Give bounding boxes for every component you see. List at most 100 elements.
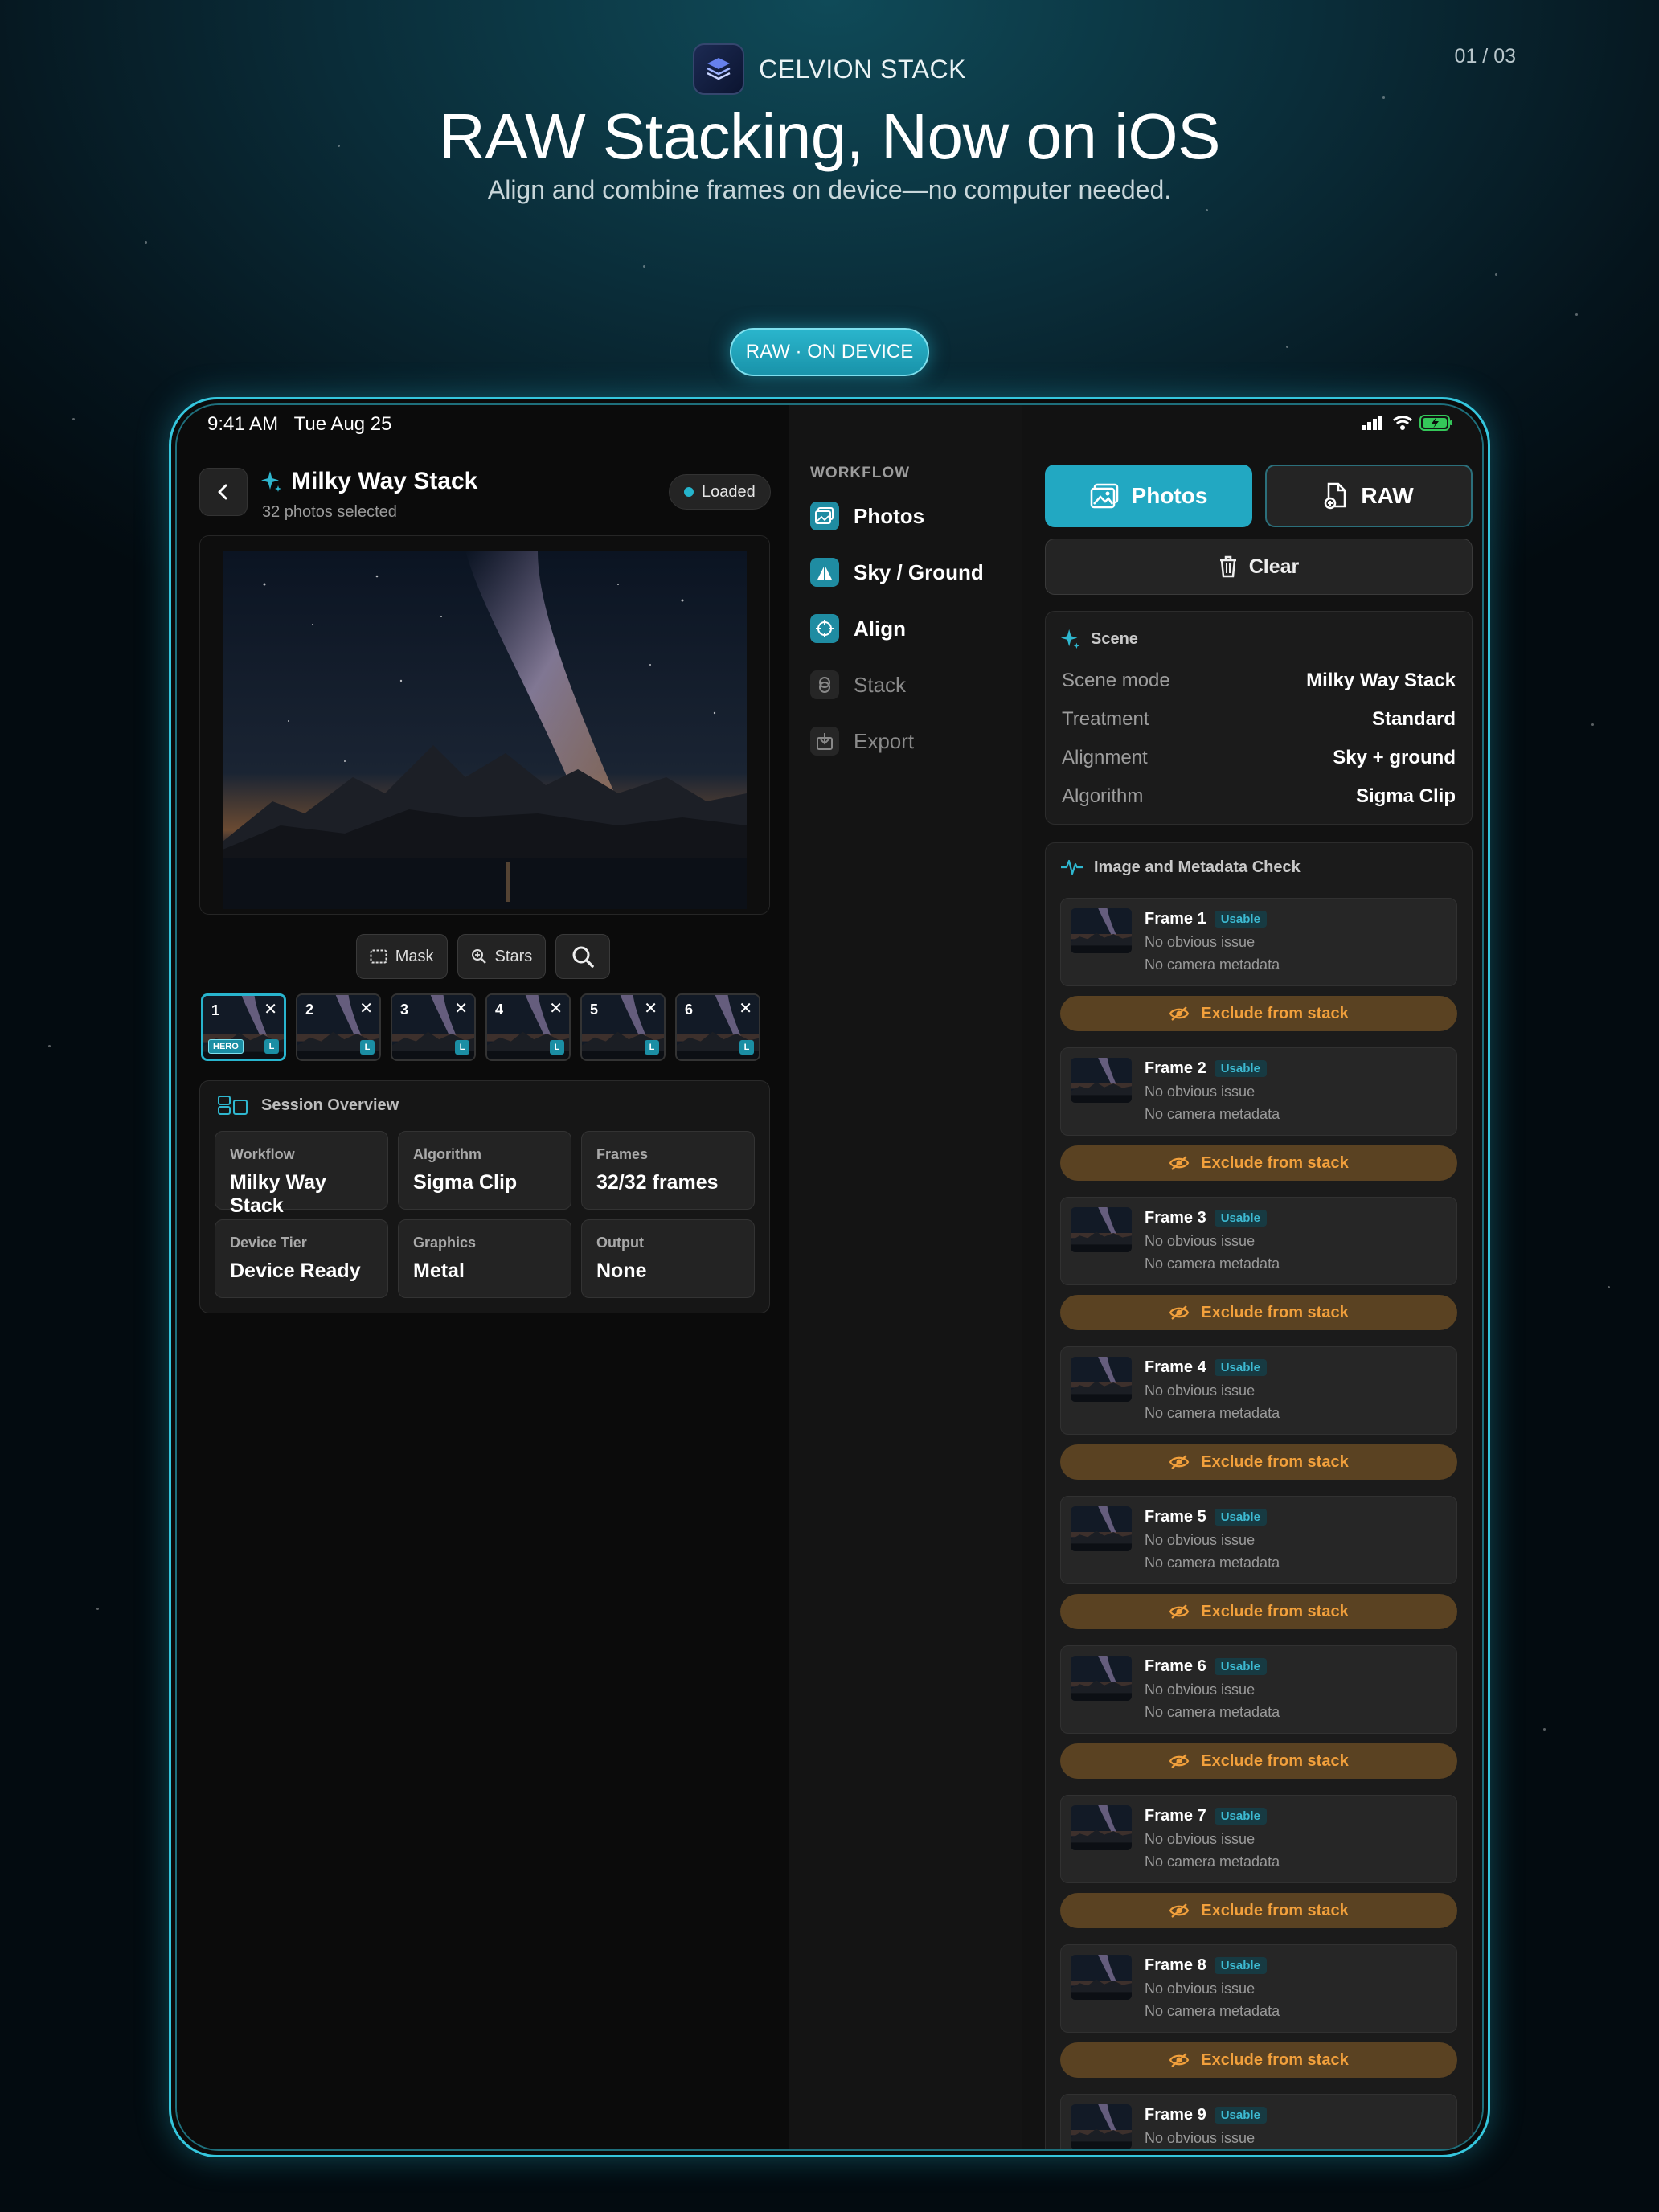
- photos-icon: [810, 502, 839, 530]
- frame-issue-text: No obvious issue: [1145, 1981, 1256, 1997]
- exclude-from-stack-button[interactable]: Exclude from stack: [1060, 1594, 1457, 1629]
- frame-card[interactable]: Frame 1 Usable No obvious issue No camera m…: [1060, 898, 1457, 986]
- frame-card[interactable]: Frame 7 Usable No obvious issue No camera m…: [1060, 1795, 1457, 1883]
- remove-frame-icon[interactable]: ✕: [739, 998, 752, 1018]
- thumbnail-frame-6[interactable]: 6 ✕ L: [675, 993, 760, 1061]
- remove-frame-icon[interactable]: ✕: [359, 998, 373, 1018]
- usable-badge: Usable: [1214, 1210, 1267, 1227]
- align-icon: [810, 614, 839, 643]
- usable-badge: Usable: [1214, 1359, 1267, 1376]
- frame-card[interactable]: Frame 2 Usable No obvious issue No camera m…: [1060, 1047, 1457, 1136]
- overview-cell-label: Workflow: [230, 1146, 295, 1162]
- overview-cell: Graphics Metal: [398, 1219, 571, 1298]
- overview-title: Session Overview: [261, 1096, 399, 1114]
- app-logo-icon: [693, 43, 745, 95]
- remove-frame-icon[interactable]: ✕: [264, 999, 277, 1019]
- thumbnail-frame-4[interactable]: 4 ✕ L: [485, 993, 571, 1061]
- raw-import-button[interactable]: RAW: [1265, 465, 1473, 527]
- stack-icon: [810, 670, 839, 699]
- tablet-screen: 9:41 AM Tue Aug 25 Milky Way Stack 32 ph…: [175, 403, 1484, 2151]
- exclude-label: Exclude from stack: [1201, 1901, 1349, 1919]
- exclude-from-stack-button[interactable]: Exclude from stack: [1060, 1893, 1457, 1928]
- remove-frame-icon[interactable]: ✕: [644, 998, 657, 1018]
- usable-badge: Usable: [1214, 2107, 1267, 2124]
- remove-frame-icon[interactable]: ✕: [454, 998, 468, 1018]
- signal-icon: [1362, 416, 1382, 430]
- thumbnail-frame-1[interactable]: 1 ✕ L HERO: [201, 993, 286, 1061]
- workflow-step-stack[interactable]: Stack: [810, 670, 906, 699]
- scene-card: Scene Scene mode Milky Way Stack Treatment…: [1045, 611, 1473, 825]
- frame-issue-text: No obvious issue: [1145, 934, 1256, 950]
- search-button[interactable]: [555, 934, 611, 979]
- mask-label: Mask: [395, 947, 434, 965]
- raw-badge: L: [645, 1040, 659, 1055]
- photos-button-label: Photos: [1131, 483, 1208, 508]
- frame-card[interactable]: Frame 3 Usable No obvious issue No camera m…: [1060, 1197, 1457, 1285]
- thumbnail-number: 1: [211, 1002, 220, 1018]
- exclude-from-stack-button[interactable]: Exclude from stack: [1060, 1444, 1457, 1480]
- workflow-step-align[interactable]: Align: [810, 614, 906, 643]
- sparkle-icon: [1060, 629, 1080, 649]
- workflow-step-label: Photos: [854, 503, 925, 528]
- scene-row-key: Treatment: [1062, 708, 1149, 730]
- frame-name: Frame 3: [1145, 1209, 1206, 1227]
- back-button[interactable]: [199, 468, 248, 516]
- overview-cell: Algorithm Sigma Clip: [398, 1131, 571, 1210]
- frame-card[interactable]: Frame 5 Usable No obvious issue No camera m…: [1060, 1496, 1457, 1584]
- remove-frame-icon[interactable]: ✕: [549, 998, 563, 1018]
- raw-badge: L: [264, 1039, 279, 1054]
- overview-cell-label: Frames: [596, 1146, 649, 1162]
- workflow-step-photos[interactable]: Photos: [810, 502, 924, 530]
- frame-issue-text: No obvious issue: [1145, 2130, 1256, 2146]
- exclude-label: Exclude from stack: [1201, 1303, 1349, 1321]
- check-title: Image and Metadata Check: [1094, 858, 1301, 876]
- workflow-step-label: Export: [854, 728, 915, 753]
- thumbnail-number: 3: [400, 1002, 409, 1018]
- workflow-step-export[interactable]: Export: [810, 727, 914, 756]
- status-label: Loaded: [702, 482, 756, 501]
- workflow-heading: WORKFLOW: [810, 465, 911, 481]
- raw-badge: L: [455, 1040, 469, 1055]
- frame-issue-text: No obvious issue: [1145, 1682, 1256, 1698]
- overview-cell-value: Metal: [413, 1260, 465, 1282]
- thumbnail-frame-3[interactable]: 3 ✕ L: [391, 993, 476, 1061]
- stars-button[interactable]: Stars: [457, 934, 547, 979]
- frame-issue-text: No obvious issue: [1145, 1532, 1256, 1548]
- frame-card[interactable]: Frame 4 Usable No obvious issue No camera m…: [1060, 1346, 1457, 1435]
- usable-badge: Usable: [1214, 911, 1267, 928]
- eye-slash-icon: [1169, 1604, 1190, 1619]
- frame-issue-text: No obvious issue: [1145, 1831, 1256, 1847]
- scene-row-key: Algorithm: [1062, 785, 1144, 807]
- thumbnail-frame-2[interactable]: 2 ✕ L: [296, 993, 381, 1061]
- workflow-sidebar: WORKFLOW Photos Sky / Ground Align Stack Exp…: [789, 405, 1022, 2149]
- stack-preview-image[interactable]: [199, 535, 770, 915]
- clear-button[interactable]: Clear: [1045, 539, 1473, 595]
- exclude-from-stack-button[interactable]: Exclude from stack: [1060, 1145, 1457, 1181]
- zoom-stars-icon: [471, 949, 486, 964]
- page-subheadline: Align and combine frames on device—no co…: [487, 175, 1172, 204]
- exclude-from-stack-button[interactable]: Exclude from stack: [1060, 996, 1457, 1031]
- settings-panel: Photos RAW Clear Scene Scene mode Milky W…: [1022, 405, 1482, 2149]
- frame-metadata-text: No camera metadata: [1145, 956, 1280, 973]
- frame-card[interactable]: Frame 8 Usable No obvious issue No camera m…: [1060, 1944, 1457, 2033]
- status-dot: [684, 487, 694, 497]
- overview-cell: Workflow Milky Way Stack: [215, 1131, 388, 1217]
- exclude-from-stack-button[interactable]: Exclude from stack: [1060, 2042, 1457, 2078]
- brand-name: CELVION STACK: [759, 54, 966, 84]
- photos-import-button[interactable]: Photos: [1045, 465, 1252, 527]
- feature-badge: RAW · ON DEVICE: [730, 328, 929, 376]
- workflow-step-sky-ground[interactable]: Sky / Ground: [810, 558, 984, 587]
- thumbnail-frame-5[interactable]: 5 ✕ L: [580, 993, 666, 1061]
- frame-card[interactable]: Frame 9 Usable No obvious issue: [1060, 2094, 1457, 2149]
- overview-grid: Workflow Milky Way Stack Algorithm Sigma Cl…: [215, 1131, 755, 1298]
- usable-badge: Usable: [1214, 1808, 1267, 1825]
- mask-button[interactable]: Mask: [355, 934, 448, 979]
- status-icons: [1362, 415, 1453, 431]
- thumbnail-number: 4: [495, 1002, 504, 1018]
- exclude-from-stack-button[interactable]: Exclude from stack: [1060, 1743, 1457, 1779]
- scene-row-value: Milky Way Stack: [1306, 670, 1456, 691]
- exclude-label: Exclude from stack: [1201, 1751, 1349, 1770]
- frame-card[interactable]: Frame 6 Usable No obvious issue No camera m…: [1060, 1645, 1457, 1734]
- exclude-from-stack-button[interactable]: Exclude from stack: [1060, 1295, 1457, 1330]
- scene-row: Algorithm Sigma Clip: [1062, 785, 1456, 808]
